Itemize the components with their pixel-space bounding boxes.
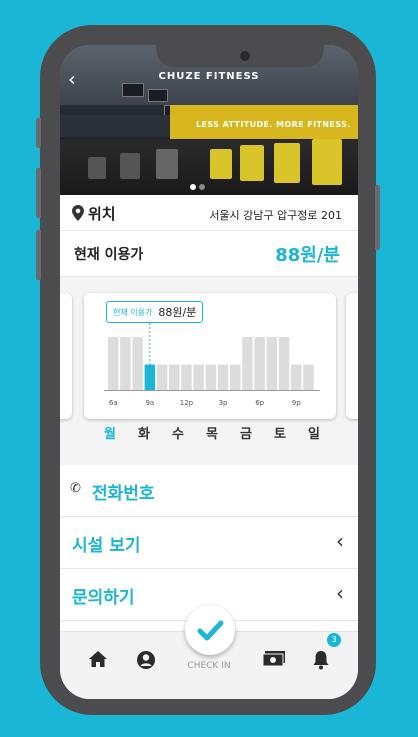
location-pin-icon [72,205,84,221]
chart-bar [278,337,290,390]
phone-row[interactable]: ✆ 전화번호 [60,465,358,517]
inquiry-label: 문의하기 [72,588,135,608]
chart-tooltip: 현재 이용가 88원/분 [106,301,204,323]
location-row: 위치 서울시 강남구 압구정로 201 [60,195,358,231]
day-tab[interactable]: 월 [100,423,120,442]
chart-bar [266,337,278,390]
day-tab[interactable]: 일 [304,423,324,442]
chevron-left-icon: ‹ [336,529,344,553]
x-tick-label: 3p [219,399,228,407]
day-selector: 월화수목금토일 [60,423,358,447]
phone-side-button [36,168,41,218]
usage-label: 현재 이용가 [74,247,144,263]
photo-machine [120,153,140,179]
photo-machine [88,157,106,179]
carousel-dot[interactable] [199,184,205,190]
day-tab[interactable]: 수 [168,423,188,442]
x-tick-label: 9a [145,399,154,407]
chevron-left-icon: ‹ [336,581,344,605]
checkin-button[interactable] [185,605,235,655]
chart-bar [242,337,253,390]
next-card[interactable] [346,293,358,419]
chart-bar [132,337,143,390]
usage-chart-section: 6a 9a 12p 3p 6p 9p 현재 이용가 88원/분 월화수목금토일 [60,277,358,465]
facilities-label: 시설 보기 [72,536,141,556]
checkin-icon [197,620,224,641]
photo-machine [312,139,342,185]
photo-tv [122,83,144,97]
carousel-dots [190,175,208,194]
day-tab[interactable]: 토 [270,423,290,442]
day-tab[interactable]: 목 [202,423,222,442]
usage-chart-card[interactable]: 6a 9a 12p 3p 6p 9p 현재 이용가 88원/분 [84,293,336,419]
carousel-dot[interactable] [190,184,196,190]
phone-label: 전화번호 [92,484,155,504]
photo-machine [240,145,264,181]
camera-icon [240,51,250,61]
app-screen: LESS ATTITUDE. MORE FITNESS. ‹ CHUZE FIT… [60,45,358,699]
x-tick-label: 9p [292,399,301,407]
location-label: 위치 [88,205,116,223]
phone-side-button [36,230,41,280]
chart-bar [217,364,229,390]
chart-bar [108,337,119,390]
chart-bar [156,364,168,390]
chart-bar [169,364,180,390]
day-tab[interactable]: 금 [236,423,256,442]
chart-bar [230,364,241,390]
tooltip-value: 88원/분 [158,306,197,319]
chart-bar [144,364,156,390]
x-tick-label: 6a [109,399,118,407]
gym-sign: LESS ATTITUDE. MORE FITNESS. [196,120,351,129]
location-address: 서울시 강남구 압구정로 201 [209,209,342,222]
usage-price: 88원/분 [275,245,340,266]
phone-side-button [375,185,380,250]
day-tab[interactable]: 화 [134,423,154,442]
phone-side-button [36,118,41,148]
x-tick-label: 12p [180,399,194,407]
tooltip-label: 현재 이용가 [113,307,153,317]
phone-icon: ✆ [70,481,81,496]
checkin-label: CHECK IN [187,661,231,671]
chart-bar [254,337,265,390]
chart-bar [205,364,217,390]
photo-band [60,115,170,137]
prev-card[interactable] [60,293,72,419]
chart-bar [291,364,302,390]
gym-title: CHUZE FITNESS [158,71,260,82]
chart-bar [303,364,314,390]
chart-bar [120,337,131,390]
chart-bar [181,364,192,390]
facilities-row[interactable]: 시설 보기 ‹ [60,517,358,569]
notification-badge: 3 [327,633,341,647]
photo-machine [210,149,232,179]
current-usage-row: 현재 이용가 88원/분 [60,231,358,277]
x-tick-label: 6p [255,399,264,407]
gym-photo-carousel[interactable]: LESS ATTITUDE. MORE FITNESS. ‹ CHUZE FIT… [60,45,358,195]
chart-bar [193,364,204,390]
photo-machine [156,149,178,179]
photo-machine [274,143,300,183]
photo-tv [148,89,168,102]
